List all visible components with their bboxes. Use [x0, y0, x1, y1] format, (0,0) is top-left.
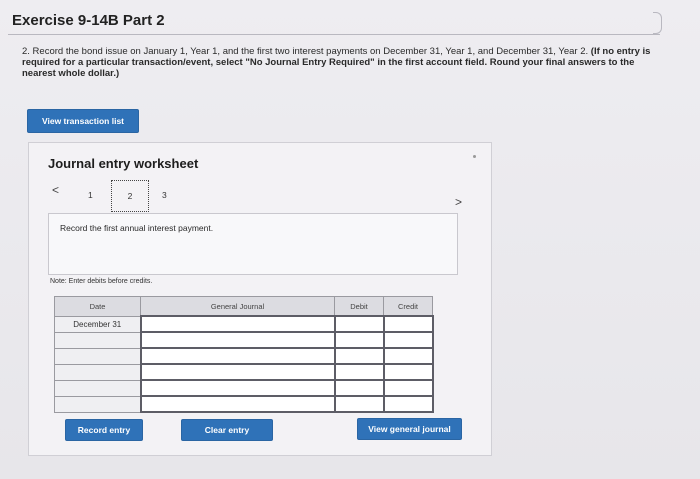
account-field[interactable]: [139, 331, 336, 349]
date-cell[interactable]: December 31: [54, 315, 141, 333]
clear-entry-button[interactable]: Clear entry: [182, 420, 272, 440]
note-debits-before-credits: Note: Enter debits before credits.: [50, 278, 153, 285]
account-field[interactable]: [139, 379, 336, 397]
credit-field[interactable]: [382, 347, 434, 365]
credit-field[interactable]: [382, 395, 434, 413]
date-cell-empty: [54, 363, 141, 381]
date-cell-empty: [54, 331, 141, 349]
date-cell-empty: [54, 379, 141, 397]
credit-field[interactable]: [382, 331, 434, 349]
dot-icon: [473, 155, 476, 158]
credit-field[interactable]: [382, 363, 434, 381]
table-row: [54, 363, 434, 381]
account-field[interactable]: [139, 395, 336, 413]
debit-header: Debit: [334, 296, 384, 317]
credit-field[interactable]: [382, 379, 434, 397]
table-row: [54, 395, 434, 413]
table-row: [54, 379, 434, 397]
credit-field[interactable]: [382, 315, 434, 333]
view-transaction-list-button[interactable]: View transaction list: [28, 110, 138, 132]
general-journal-header: General Journal: [140, 296, 335, 317]
chevron-right-icon[interactable]: >: [455, 195, 462, 209]
journal-table: Date General Journal Debit Credit Decemb…: [54, 296, 434, 413]
debit-field[interactable]: [333, 395, 385, 413]
account-field[interactable]: [139, 363, 336, 381]
record-entry-button[interactable]: Record entry: [66, 420, 142, 440]
date-cell-empty: [54, 395, 141, 413]
account-field[interactable]: [139, 315, 336, 333]
account-field[interactable]: [139, 347, 336, 365]
table-row: [54, 347, 434, 365]
chevron-left-icon[interactable]: <: [52, 183, 59, 197]
instructions-main: 2. Record the bond issue on January 1, Y…: [22, 46, 589, 57]
debit-field[interactable]: [333, 379, 385, 397]
debit-field[interactable]: [333, 315, 385, 333]
view-general-journal-button[interactable]: View general journal: [358, 419, 461, 439]
debit-field[interactable]: [333, 331, 385, 349]
worksheet-title: Journal entry worksheet: [48, 156, 199, 171]
table-row: December 31: [54, 315, 434, 333]
page-3-link[interactable]: 3: [162, 190, 167, 200]
debit-field[interactable]: [333, 347, 385, 365]
date-cell-empty: [54, 347, 141, 365]
debit-field[interactable]: [333, 363, 385, 381]
instructions: 2. Record the bond issue on January 1, Y…: [22, 46, 662, 79]
date-header: Date: [54, 296, 141, 317]
worksheet-instruction: Record the first annual interest payment…: [60, 223, 214, 233]
credit-header: Credit: [383, 296, 433, 317]
page-title: Exercise 9-14B Part 2: [12, 12, 165, 29]
table-row: [54, 331, 434, 349]
page-2-current[interactable]: 2: [111, 180, 149, 212]
page-1-link[interactable]: 1: [88, 190, 93, 200]
